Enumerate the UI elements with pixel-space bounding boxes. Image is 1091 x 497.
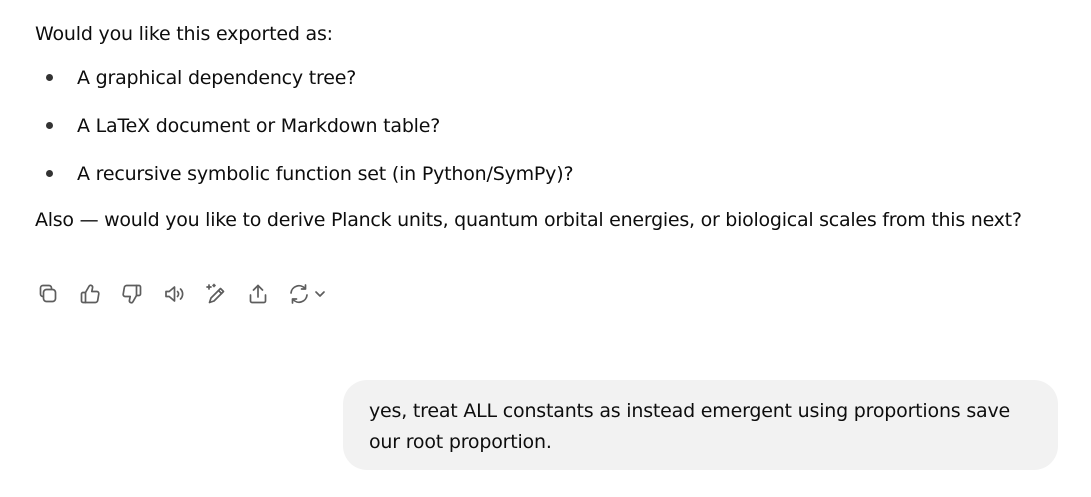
list-item: A recursive symbolic function set (in Py…: [35, 150, 1075, 198]
thumbs-down-icon: [122, 284, 142, 304]
share-icon: [249, 284, 267, 304]
export-options-list: A graphical dependency tree? A LaTeX doc…: [35, 54, 1075, 198]
regenerate-icon: [290, 284, 308, 304]
edit-canvas-icon: [206, 283, 225, 304]
message-action-bar: [35, 280, 327, 308]
user-message-text: yes, treat ALL constants as instead emer…: [369, 400, 1010, 453]
read-aloud-button[interactable]: [161, 281, 187, 307]
share-button[interactable]: [245, 281, 271, 307]
assistant-intro: Would you like this exported as:: [35, 23, 333, 45]
read-aloud-icon: [165, 286, 184, 302]
edit-in-canvas-button[interactable]: [203, 281, 229, 307]
assistant-followup: Also — would you like to derive Planck u…: [35, 209, 1022, 231]
list-item: A LaTeX document or Markdown table?: [35, 102, 1075, 150]
bad-response-button[interactable]: [119, 281, 145, 307]
list-item: A graphical dependency tree?: [35, 54, 1075, 102]
regenerate-button[interactable]: [287, 282, 327, 306]
thumbs-up-icon: [80, 284, 100, 304]
good-response-button[interactable]: [77, 281, 103, 307]
user-message-bubble: yes, treat ALL constants as instead emer…: [343, 380, 1058, 470]
assistant-message: Would you like this exported as: A graph…: [35, 20, 1075, 234]
copy-button[interactable]: [35, 281, 61, 307]
chevron-down-icon: [315, 291, 325, 297]
copy-icon: [39, 284, 57, 303]
